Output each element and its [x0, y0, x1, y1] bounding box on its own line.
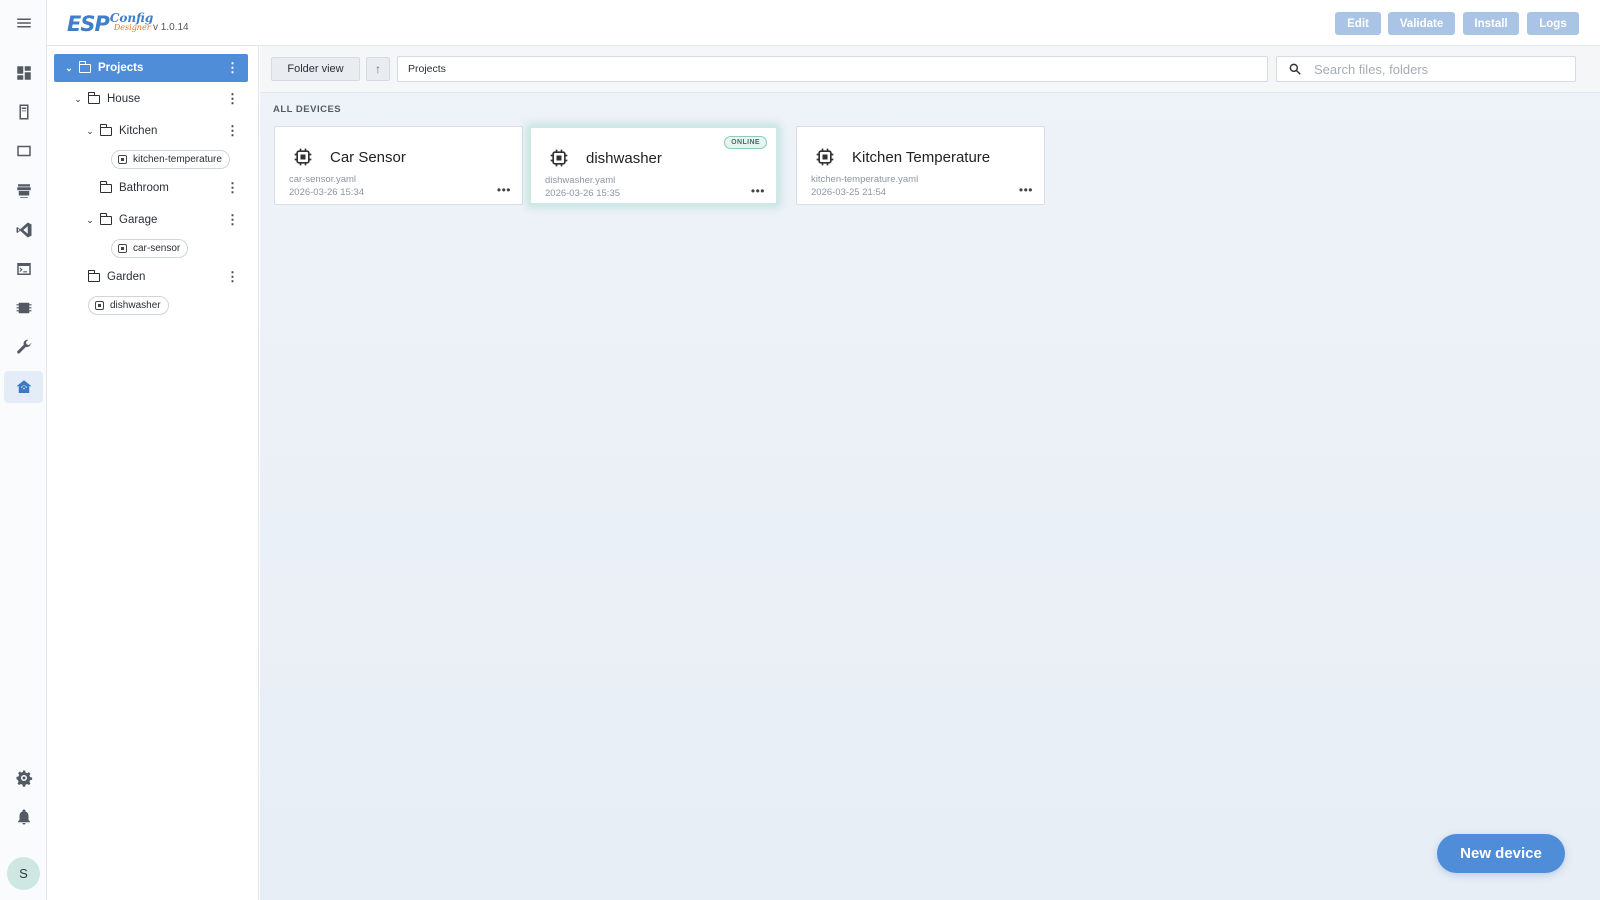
device-name: dishwasher	[586, 150, 662, 167]
device-name: Car Sensor	[330, 149, 406, 166]
wrench-icon[interactable]	[4, 331, 43, 363]
device-pill-label: kitchen-temperature	[133, 154, 222, 165]
more-vert-icon[interactable]: ⋮	[226, 61, 239, 74]
app-logo: ESP Config Designer	[67, 12, 153, 36]
terminal-icon[interactable]	[4, 253, 43, 285]
chip-icon	[816, 148, 834, 166]
app-version: v 1.0.14	[153, 22, 189, 33]
search-icon	[1289, 63, 1301, 75]
more-horiz-icon[interactable]: •••	[497, 183, 511, 197]
folder-icon	[99, 124, 112, 136]
menu-icon[interactable]	[4, 7, 43, 39]
tree-node-garden[interactable]: Garden ⋮	[87, 263, 248, 291]
more-vert-icon[interactable]: ⋮	[226, 92, 239, 105]
path-breadcrumb[interactable]: Projects	[397, 56, 1268, 82]
device-pill-label: car-sensor	[133, 243, 181, 254]
media-icon[interactable]	[4, 135, 43, 167]
chevron-down-icon[interactable]: ⌄	[72, 94, 84, 105]
device-icon[interactable]	[4, 96, 43, 128]
search-input[interactable]	[1314, 61, 1554, 77]
tree-node-label: Kitchen	[119, 125, 158, 137]
avatar[interactable]: S	[7, 857, 40, 890]
vscode-icon[interactable]	[4, 214, 43, 246]
tree-device-dishwasher[interactable]: dishwasher	[88, 296, 169, 315]
new-device-button[interactable]: New device	[1437, 834, 1565, 873]
folder-icon	[99, 181, 112, 193]
device-card-car-sensor[interactable]: Car Sensor car-sensor.yaml 2026-03-26 15…	[274, 126, 523, 205]
device-card-dishwasher[interactable]: ONLINE dishwasher dishwasher.yaml 2026-0…	[529, 126, 778, 205]
nav-rail: S	[0, 0, 47, 900]
logo-designer: Designer	[113, 23, 151, 32]
more-horiz-icon[interactable]: •••	[751, 184, 765, 198]
folder-icon	[99, 213, 112, 225]
device-pill-label: dishwasher	[110, 300, 161, 311]
chip-icon	[118, 155, 127, 164]
tree-node-bathroom[interactable]: Bathroom ⋮	[99, 174, 248, 202]
edit-button[interactable]: Edit	[1335, 12, 1381, 35]
device-file: car-sensor.yaml	[289, 174, 357, 185]
chip-icon	[550, 149, 568, 167]
logs-button[interactable]: Logs	[1527, 12, 1579, 35]
tree-node-garage[interactable]: ⌄ Garage ⋮	[84, 206, 248, 234]
device-name: Kitchen Temperature	[852, 149, 991, 166]
device-date: 2026-03-26 15:35	[545, 188, 621, 199]
tree-node-kitchen[interactable]: ⌄ Kitchen ⋮	[84, 117, 248, 145]
more-horiz-icon[interactable]: •••	[1019, 183, 1033, 197]
project-tree: ⌄ Projects ⋮ ⌄ House ⋮ ⌄ Kitchen ⋮ kitch…	[47, 46, 259, 900]
bell-icon[interactable]	[4, 801, 43, 833]
more-vert-icon[interactable]: ⋮	[226, 213, 239, 226]
dashboard-icon[interactable]	[4, 57, 43, 89]
tree-device-kitchen-temperature[interactable]: kitchen-temperature	[111, 150, 230, 169]
logo-main: ESP	[67, 12, 110, 36]
folder-icon	[78, 61, 91, 73]
more-vert-icon[interactable]: ⋮	[226, 124, 239, 137]
validate-button[interactable]: Validate	[1388, 12, 1455, 35]
chevron-down-icon[interactable]: ⌄	[84, 215, 96, 226]
more-vert-icon[interactable]: ⋮	[226, 181, 239, 194]
arrow-up-icon[interactable]: ↑	[366, 57, 390, 81]
section-label: ALL DEVICES	[273, 104, 342, 115]
hacs-icon[interactable]	[4, 175, 43, 207]
device-date: 2026-03-26 15:34	[289, 187, 365, 198]
tree-node-label: Bathroom	[119, 182, 169, 194]
tree-device-car-sensor[interactable]: car-sensor	[111, 239, 189, 258]
tree-node-label: Garden	[107, 271, 146, 283]
toolbar: Folder view ↑ Projects	[260, 46, 1600, 93]
chip-icon	[95, 301, 104, 310]
device-file: kitchen-temperature.yaml	[811, 174, 919, 185]
device-card-kitchen-temperature[interactable]: Kitchen Temperature kitchen-temperature.…	[796, 126, 1045, 205]
folder-view-button[interactable]: Folder view	[271, 57, 360, 81]
status-badge: ONLINE	[724, 136, 767, 149]
tree-node-projects[interactable]: ⌄ Projects ⋮	[54, 54, 248, 82]
main-area: Folder view ↑ Projects ALL DEVICES Car S…	[260, 46, 1600, 900]
tree-node-label: Garage	[119, 214, 158, 226]
device-date: 2026-03-25 21:54	[811, 187, 887, 198]
folder-icon	[87, 92, 100, 104]
more-vert-icon[interactable]: ⋮	[226, 270, 239, 283]
tree-node-house[interactable]: ⌄ House ⋮	[72, 85, 248, 113]
chip-icon	[118, 244, 127, 253]
chip-icon	[294, 148, 312, 166]
folder-icon	[87, 270, 100, 282]
tree-node-label: House	[107, 93, 141, 105]
app-header: ESP Config Designer v 1.0.14 Edit Valida…	[47, 0, 1600, 46]
chevron-down-icon[interactable]: ⌄	[63, 63, 75, 74]
device-file: dishwasher.yaml	[545, 175, 616, 186]
home-icon[interactable]	[4, 371, 43, 403]
settings-icon[interactable]	[4, 762, 43, 794]
install-button[interactable]: Install	[1463, 12, 1519, 35]
chevron-down-icon[interactable]: ⌄	[84, 126, 96, 137]
search-box[interactable]	[1276, 56, 1576, 82]
tree-node-label: Projects	[98, 62, 144, 74]
esphome-icon[interactable]	[4, 292, 43, 324]
